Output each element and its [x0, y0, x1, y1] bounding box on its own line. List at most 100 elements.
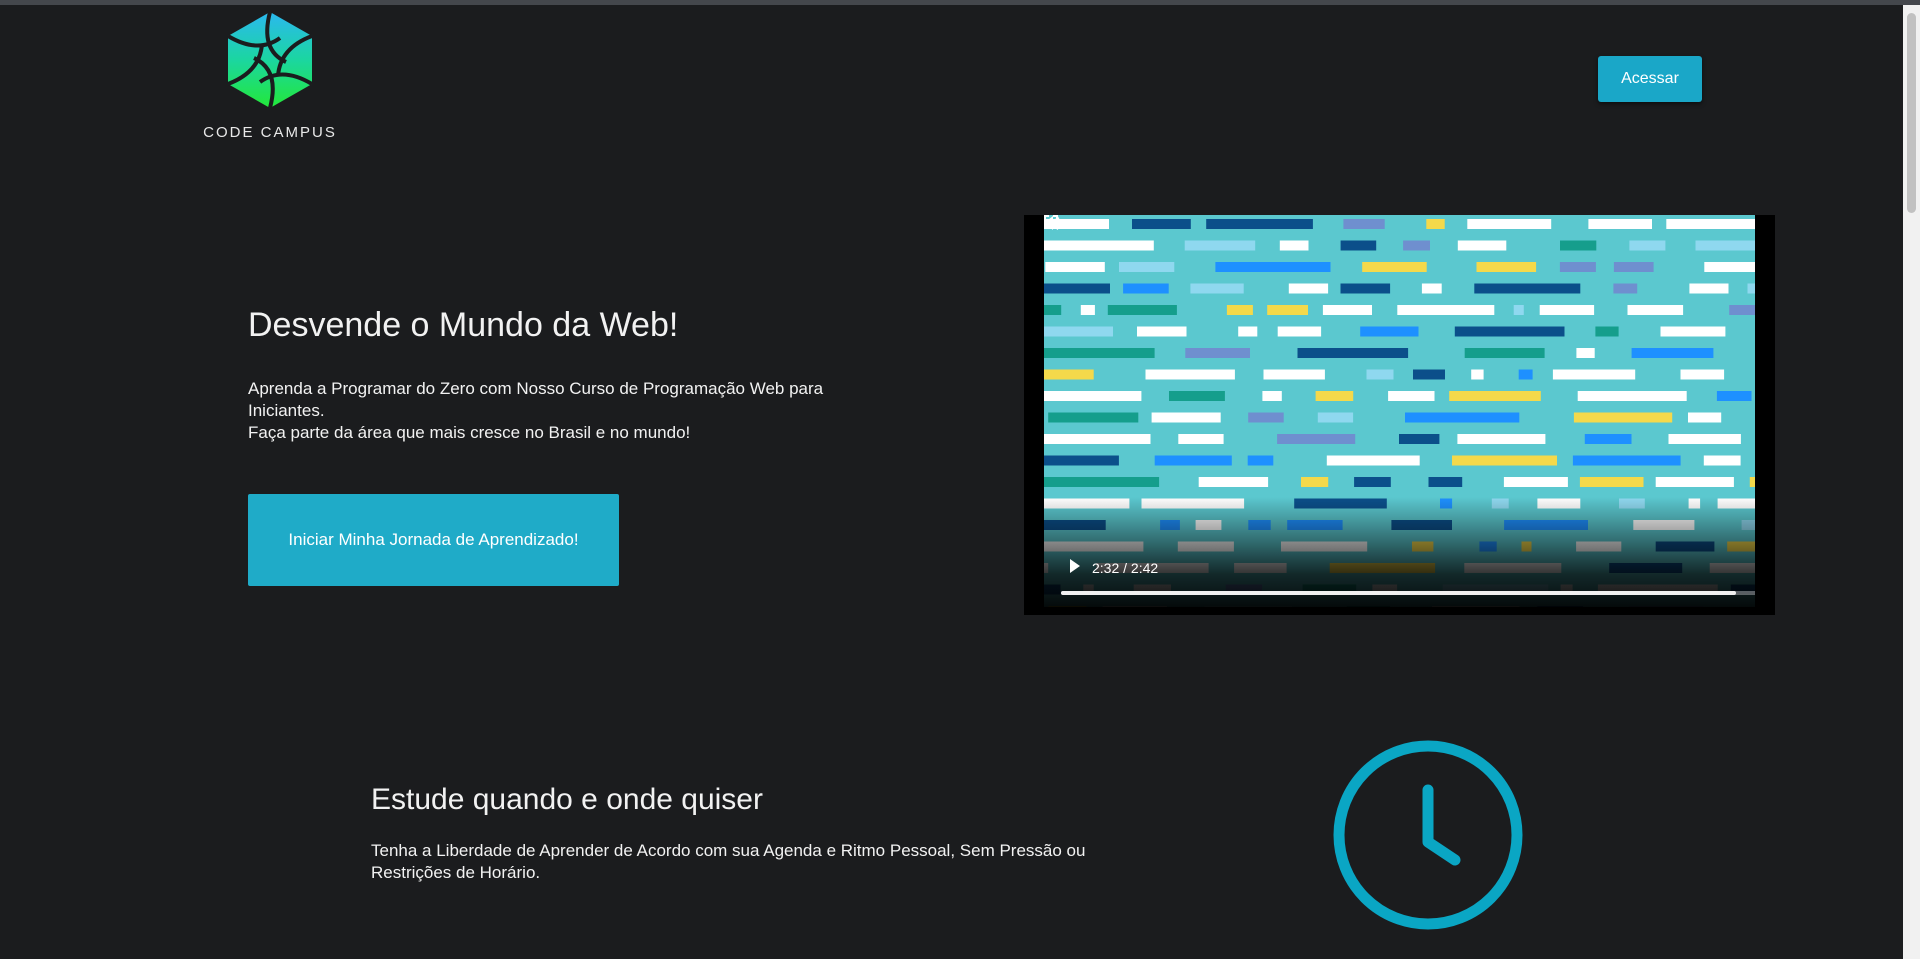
code-dash [1288, 283, 1329, 294]
code-dash [1704, 262, 1755, 272]
code-dash [1421, 283, 1442, 294]
code-dash [1044, 455, 1119, 466]
code-dash [1413, 369, 1445, 380]
code-dash [1680, 369, 1725, 380]
code-dash [1573, 412, 1673, 423]
code-dash [1107, 305, 1177, 315]
code-dash [1631, 348, 1714, 358]
code-dash [1629, 240, 1666, 251]
code-dash [1277, 434, 1356, 444]
code-dash [1471, 369, 1484, 380]
code-dash [1315, 391, 1354, 401]
logo[interactable]: CODE CAMPUS [200, 10, 340, 145]
hero-title: Desvende o Mundo da Web! [248, 306, 679, 344]
video-frame[interactable]: 2:32 / 2:42 [1044, 215, 1755, 607]
code-dash [1576, 348, 1595, 358]
fullscreen-icon[interactable] [1044, 215, 1058, 229]
code-dash [1474, 283, 1581, 294]
code-dash [1044, 434, 1151, 444]
video-progress-bar[interactable] [1061, 591, 1755, 595]
feature-title: Estude quando e onde quiser [371, 783, 763, 816]
code-dash [1151, 412, 1221, 423]
code-dash [1397, 305, 1495, 315]
code-dash [1301, 477, 1329, 487]
code-dash [1297, 348, 1409, 358]
brand-name: CODE CAMPUS [203, 124, 337, 141]
code-dash [1178, 434, 1224, 444]
video-player[interactable]: 2:32 / 2:42 [1024, 215, 1775, 615]
code-dash [1513, 305, 1524, 315]
access-button[interactable]: Acessar [1598, 56, 1702, 102]
code-dash [1267, 305, 1308, 315]
code-dash [1206, 219, 1313, 229]
code-dash [1263, 369, 1325, 380]
code-dash [1132, 219, 1191, 229]
scrollbar-thumb[interactable] [1907, 13, 1916, 213]
code-dash [1044, 391, 1142, 401]
code-dash [1154, 455, 1232, 466]
code-dash [1428, 477, 1463, 487]
code-dash [1552, 369, 1636, 380]
code-dash [1388, 391, 1435, 401]
page-scrollbar[interactable] [1903, 5, 1920, 959]
code-dash [1185, 348, 1250, 358]
code-dash [1123, 283, 1169, 294]
code-dash [1729, 305, 1755, 315]
code-dash [1326, 455, 1420, 466]
code-dash [1454, 326, 1565, 337]
code-dash [1044, 477, 1160, 487]
hero-description-line1: Aprenda a Programar do Zero com Nosso Cu… [248, 379, 824, 420]
code-dash [1539, 305, 1595, 315]
code-dash [1354, 477, 1391, 487]
code-dash [1716, 391, 1752, 401]
code-dash [1317, 412, 1354, 423]
code-dash [1668, 434, 1741, 444]
code-dash [1403, 240, 1430, 251]
code-dash [1476, 262, 1537, 272]
code-dash [1360, 326, 1419, 337]
code-dash [1627, 305, 1684, 315]
code-dash [1322, 305, 1372, 315]
code-dash [1184, 240, 1256, 251]
code-dash [1588, 219, 1652, 229]
code-dash [1518, 369, 1533, 380]
code-dash [1119, 262, 1175, 272]
code-dash [1660, 326, 1726, 337]
video-time: 2:32 / 2:42 [1092, 560, 1159, 576]
code-dash [1279, 240, 1309, 251]
code-dash [1044, 326, 1113, 337]
code-dash [1595, 326, 1619, 337]
code-dash [1044, 369, 1094, 380]
code-dash [1044, 305, 1062, 315]
code-dash [1449, 391, 1541, 401]
code-dash [1080, 305, 1095, 315]
hero-description-line2: Faça parte da área que mais cresce no Br… [248, 423, 691, 442]
code-dash [1145, 369, 1235, 380]
code-dash [1405, 412, 1520, 423]
code-dash [1044, 348, 1155, 358]
code-dash [1457, 240, 1507, 251]
code-dash [1169, 391, 1225, 401]
code-dash [1198, 477, 1269, 487]
code-dash [1666, 219, 1755, 229]
code-dash [1190, 283, 1244, 294]
code-dash [1572, 455, 1681, 466]
play-icon[interactable] [1070, 559, 1080, 573]
video-progress-fill [1061, 591, 1736, 595]
code-dash [1044, 240, 1154, 251]
code-dash [1689, 283, 1729, 294]
code-dash [1045, 262, 1105, 272]
start-journey-button[interactable]: Iniciar Minha Jornada de Aprendizado! [248, 494, 619, 586]
camera-aperture-icon [226, 11, 314, 109]
code-dash [1340, 240, 1377, 251]
code-dash [1613, 283, 1638, 294]
code-dash [1277, 326, 1322, 337]
code-dash [1262, 391, 1282, 401]
browser-top-edge [0, 0, 1920, 5]
code-dash [1559, 262, 1596, 272]
code-dash [1248, 412, 1284, 423]
code-dash [1688, 412, 1722, 423]
code-dash [1560, 240, 1597, 251]
code-dash [1048, 412, 1139, 423]
code-dash [1340, 283, 1391, 294]
